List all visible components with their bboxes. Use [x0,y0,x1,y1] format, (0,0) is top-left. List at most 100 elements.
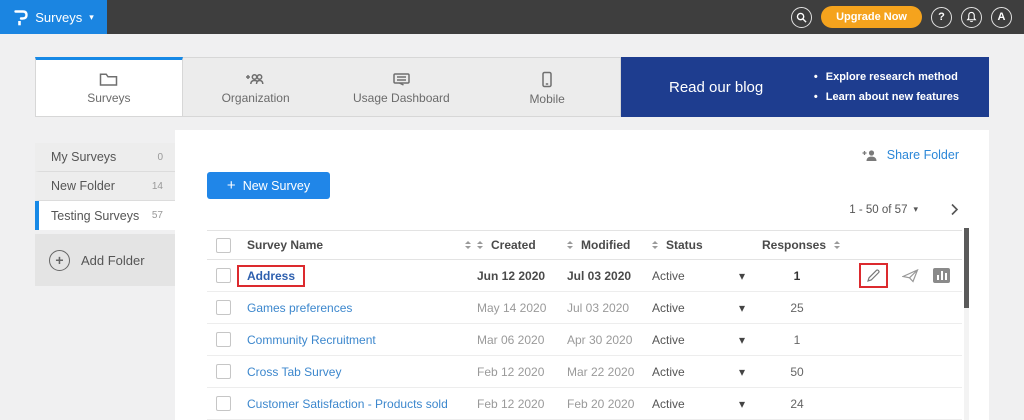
status-cell: Active [652,301,722,315]
created-cell: Feb 12 2020 [477,397,567,411]
reports-button[interactable] [933,268,950,283]
sort-icon[interactable] [652,241,658,249]
status-cell: Active [652,365,722,379]
sort-icon[interactable] [567,241,573,249]
help-button[interactable]: ? [931,7,952,28]
row-checkbox[interactable] [216,332,231,347]
proprofs-logo-icon [13,9,28,26]
tab-label: Surveys [87,91,130,105]
survey-table: Survey Name Created Modified Status [207,230,962,420]
tab-label: Organization [222,91,290,105]
select-all-checkbox[interactable] [216,238,231,253]
blog-banner-title: Read our blog [621,79,763,96]
plus-icon: + [227,178,236,193]
folder-count: 57 [152,210,163,221]
survey-table-header: Survey Name Created Modified Status [207,230,962,260]
topbar-actions: Upgrade Now ? A [791,6,1024,28]
dashboard-icon [392,72,411,87]
share-folder-link[interactable]: Share Folder [862,148,959,162]
pagination: 1 - 50 of 57 ▾ [849,203,959,216]
row-checkbox[interactable] [216,268,231,283]
row-checkbox[interactable] [216,364,231,379]
sidebar-item-new-folder[interactable]: New Folder 14 [35,172,175,201]
search-icon [796,12,807,23]
organization-icon [245,72,266,87]
send-button[interactable] [902,269,919,283]
folder-sidebar: My Surveys 0 New Folder 14 Testing Surve… [35,130,175,420]
blog-bullet: Explore research method [814,67,959,87]
col-status: Status [666,238,703,252]
share-folder-label: Share Folder [887,148,959,162]
sort-icon[interactable] [465,241,471,249]
folder-count: 14 [152,181,163,192]
pencil-icon [866,268,881,283]
sort-icon[interactable] [477,241,483,249]
survey-name-link[interactable]: Community Recruitment [247,333,376,347]
modified-cell: Mar 22 2020 [567,365,652,379]
tab-mobile[interactable]: Mobile [474,58,620,116]
sidebar-item-my-surveys[interactable]: My Surveys 0 [35,143,175,172]
survey-name-cell: Games preferences [247,301,477,315]
row-checkbox[interactable] [216,300,231,315]
status-cell: Active [652,333,722,347]
tab-organization[interactable]: Organization [183,58,329,116]
blog-bullet: Learn about new features [814,87,959,107]
status-dropdown[interactable]: ▾ [722,365,762,379]
survey-name-cell: Customer Satisfaction - Products sold [247,397,477,411]
app-window: Surveys ▾ Upgrade Now ? A Surveys Organi… [0,0,1024,420]
responses-cell: 1 [762,333,832,347]
avatar[interactable]: A [991,7,1012,28]
folder-label: My Surveys [51,150,116,164]
upgrade-now-button[interactable]: Upgrade Now [821,6,922,28]
responses-cell: 24 [762,397,832,411]
sort-icon[interactable] [834,241,840,249]
status-dropdown[interactable]: ▾ [722,397,762,411]
row-checkbox[interactable] [216,396,231,411]
sidebar-item-testing-surveys[interactable]: Testing Surveys 57 [35,201,175,230]
mobile-icon [541,71,553,88]
survey-name-cell: Community Recruitment [247,333,477,347]
survey-name-cell: Address [247,265,477,287]
app-switcher[interactable]: Surveys ▾ [0,0,107,34]
pagination-dropdown[interactable]: ▾ [913,205,918,214]
survey-name-link[interactable]: Address [247,269,295,283]
blog-bullet-list: Explore research method Learn about new … [814,67,989,107]
tab-usage-dashboard[interactable]: Usage Dashboard [329,58,475,116]
notifications-button[interactable] [961,7,982,28]
blog-banner[interactable]: Read our blog Explore research method Le… [621,57,989,117]
status-dropdown[interactable]: ▾ [722,269,762,283]
col-survey-name: Survey Name [247,238,323,252]
survey-name-link[interactable]: Customer Satisfaction - Products sold [247,397,448,411]
search-button[interactable] [791,7,812,28]
row-actions [832,263,962,288]
next-page-button[interactable] [950,203,959,216]
responses-cell: 25 [762,301,832,315]
new-survey-button[interactable]: + New Survey [207,172,330,199]
table-scrollbar[interactable] [964,228,969,420]
tab-label: Usage Dashboard [353,91,450,105]
chevron-down-icon: ▾ [89,13,94,22]
pagination-range: 1 - 50 of 57 [849,204,907,216]
modified-cell: Feb 20 2020 [567,397,652,411]
tab-strip: Surveys Organization Usage Dashboard Mob… [35,57,989,117]
bell-icon [966,11,977,23]
scrollbar-thumb[interactable] [964,228,969,308]
paper-plane-icon [902,269,919,283]
created-cell: Mar 06 2020 [477,333,567,347]
status-dropdown[interactable]: ▾ [722,333,762,347]
survey-table-body: Address Jun 12 2020 Jul 03 2020 Active ▾… [207,260,962,420]
folder-icon [99,72,118,87]
chevron-right-icon [950,203,959,216]
plus-circle-icon: + [49,250,70,271]
responses-cell: 1 [762,269,832,283]
survey-name-link[interactable]: Cross Tab Survey [247,365,341,379]
created-cell: Feb 12 2020 [477,365,567,379]
col-created: Created [491,238,536,252]
add-folder-button[interactable]: + Add Folder [35,234,175,286]
primary-tabs: Surveys Organization Usage Dashboard Mob… [35,57,621,117]
survey-name-link[interactable]: Games preferences [247,301,352,315]
edit-button[interactable] [859,263,888,288]
responses-cell: 50 [762,365,832,379]
tab-surveys[interactable]: Surveys [35,57,183,116]
status-dropdown[interactable]: ▾ [722,301,762,315]
